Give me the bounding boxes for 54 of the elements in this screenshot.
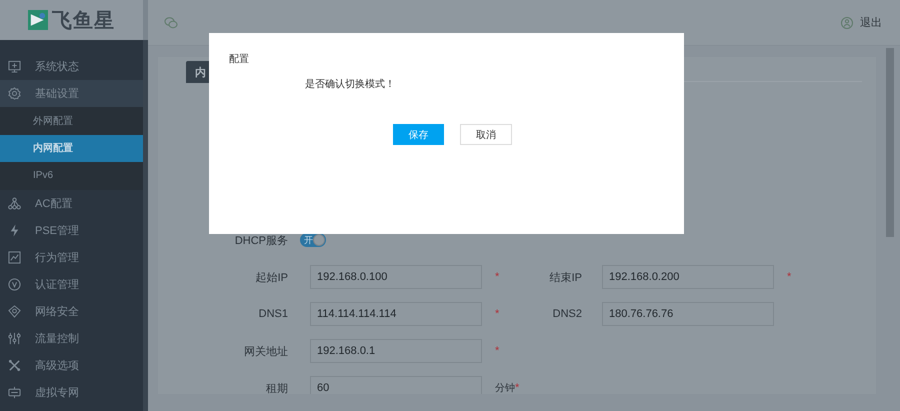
field-label: DNS1 [258,308,288,320]
field-label: DHCP服务 [234,234,288,248]
toggle-switch[interactable]: 开 [300,233,326,247]
logo-icon [28,10,48,30]
input-field[interactable]: 60 [310,376,482,394]
input-field[interactable]: 192.168.0.1 [310,339,482,363]
sidebar-item[interactable]: 流量控制 [0,324,143,352]
input-field[interactable]: 180.76.76.76 [602,302,774,326]
sidebar-item[interactable]: 虚拟专网 [0,378,143,406]
crossed-tools-icon [8,358,21,372]
sidebar-item[interactable]: 认证管理 [0,270,143,298]
field-label: 结束IP [548,270,582,284]
sliders-icon [8,332,21,344]
sidebar-item[interactable]: AC配置 [0,190,143,216]
input-field[interactable]: 192.168.0.200 [602,265,774,289]
field-label: DNS2 [552,308,582,320]
required-mark: * [495,308,500,320]
chat-bubbles-icon [164,16,178,30]
scrollbar[interactable] [143,0,148,411]
letter-v-icon [8,278,21,290]
dialog-title: 配置 [229,52,249,66]
scrollbar[interactable] [886,48,894,237]
submenu-item[interactable]: 外网配置 [0,107,143,134]
input-field[interactable]: 114.114.114.114 [310,302,482,326]
sidebar-item[interactable]: PSE管理 [0,216,143,244]
nodes-icon [8,196,21,210]
lightning-icon [8,224,21,236]
submenu-item[interactable]: 内网配置 [0,134,143,162]
chart-icon [8,250,21,264]
logo-text: 飞鱼星 [52,8,115,34]
gear-icon [8,87,21,100]
save-button[interactable]: 保存 [393,124,444,145]
sidebar-item[interactable]: 网络安全 [0,298,143,324]
shield-icon [8,304,21,318]
sidebar-item[interactable]: 基础设置 [0,80,143,107]
input-field[interactable]: 192.168.0.100 [310,265,482,289]
dialog-message: 是否确认切换模式！ [305,78,395,91]
sidebar-item[interactable]: 系统状态 [0,53,143,80]
user-icon [840,16,854,30]
field-label: 租期 [265,382,288,394]
required-mark: * [515,382,520,394]
logout-link[interactable]: 退出 [860,15,882,30]
monitor-icon [8,60,21,73]
unit-label: 分钟 [495,382,515,394]
sidebar-item[interactable]: 高级选项 [0,352,143,378]
required-mark: * [495,271,500,283]
cancel-button[interactable]: 取消 [460,124,512,145]
field-label: 网关地址 [243,344,288,358]
required-mark: * [787,271,792,283]
submenu-item[interactable]: IPv6 [0,162,143,190]
required-mark: * [495,345,500,357]
network-box-icon [8,386,21,398]
field-label: 起始IP [254,270,288,284]
sidebar-item[interactable]: 行为管理 [0,244,143,270]
